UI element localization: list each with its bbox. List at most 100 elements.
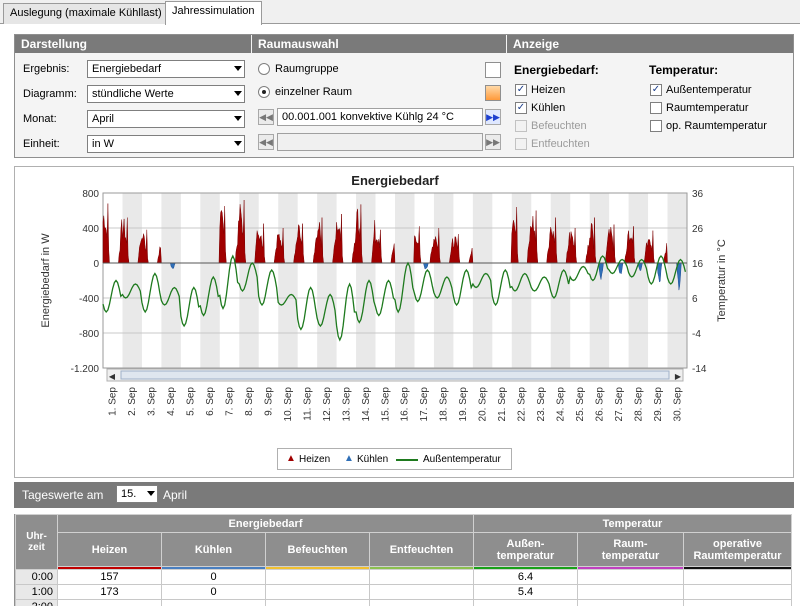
x-tick-label: 4. Sep	[166, 387, 177, 416]
column-header: operative Raumtemperatur	[683, 532, 792, 567]
monat-dropdown[interactable]: April	[87, 110, 245, 128]
raumtemperatur-checkbox[interactable]	[650, 102, 662, 114]
blank-page-icon[interactable]	[485, 62, 501, 78]
column-header: Kühlen	[161, 532, 266, 567]
x-tick-label: 22. Sep	[517, 387, 528, 422]
section-header-raumauswahl: Raumauswahl	[252, 35, 506, 53]
y-tick-label: 400	[82, 224, 99, 235]
x-tick-label: 3. Sep	[147, 387, 158, 416]
ergebnis-dropdown[interactable]: Energiebedarf	[87, 60, 245, 78]
chevron-down-icon	[234, 141, 242, 146]
tab-jahressimulation[interactable]: Jahressimulation	[165, 1, 262, 25]
x-tick-label: 19. Sep	[458, 387, 469, 422]
hourly-table-wrap: Uhr- zeit Energiebedarf Temperatur Heize…	[14, 514, 800, 606]
value-cell	[577, 599, 684, 606]
day-band	[356, 193, 376, 368]
value-cell	[265, 599, 370, 606]
ergebnis-label: Ergebnis:	[23, 63, 70, 75]
value-cell	[683, 584, 792, 600]
y-tick-label: 0	[93, 259, 99, 270]
value-cell	[369, 584, 474, 600]
x-tick-label: 1. Sep	[108, 387, 119, 416]
x-tick-label: 24. Sep	[556, 387, 567, 422]
raumgruppe-label: Raumgruppe	[275, 63, 339, 75]
y-tick-label: 800	[82, 189, 99, 200]
temperatur-group-header: Temperatur	[473, 514, 792, 533]
x-tick-label: 25. Sep	[575, 387, 586, 422]
y2-tick-label: -14	[692, 364, 707, 375]
day-band	[317, 193, 337, 368]
kuehlen-checkbox[interactable]: ✓	[515, 102, 527, 114]
value-cell: 0	[161, 584, 266, 600]
raumtemperatur-label: Raumtemperatur	[666, 102, 749, 114]
room-field[interactable]: 00.001.001 konvektive Kühlg 24 °C	[277, 108, 483, 126]
kuehlen-label: Kühlen	[531, 102, 566, 114]
chevron-down-icon	[234, 66, 242, 71]
x-tick-label: 28. Sep	[633, 387, 644, 422]
x-tick-label: 10. Sep	[283, 387, 294, 422]
value-cell: 173	[57, 584, 162, 600]
day-band	[161, 193, 181, 368]
hour-header: Uhr- zeit	[15, 514, 58, 570]
aussentemperatur-legend-label: Außentemperatur	[423, 454, 501, 465]
energiebedarf-title: Energiebedarf:	[514, 63, 599, 77]
energy-chart: Energiebedarf 800 400 0 -400 -800 -1.200 36 26 16…	[40, 173, 728, 422]
op-raumtemperatur-checkbox[interactable]	[650, 120, 662, 132]
heizen-label: Heizen	[531, 84, 566, 96]
value-cell: 0	[161, 569, 266, 585]
hourly-table: Uhr- zeit Energiebedarf Temperatur Heize…	[15, 514, 792, 606]
energiebedarf-group-header: Energiebedarf	[57, 514, 474, 533]
calendar-icon[interactable]	[485, 85, 501, 101]
y2-tick-label: 16	[692, 259, 704, 270]
heizen-checkbox[interactable]: ✓	[515, 84, 527, 96]
tageswerte-bar: Tageswerte am 15. April	[14, 482, 794, 508]
tageswerte-month: April	[163, 488, 188, 502]
x-tick-label: 13. Sep	[341, 387, 352, 422]
einzelner-raum-radio[interactable]	[258, 86, 270, 98]
day-band	[200, 193, 220, 368]
prev-room-button[interactable]: ◀◀	[258, 109, 274, 125]
hour-cell: 0:00	[15, 569, 58, 585]
y-tick-label: -400	[79, 294, 99, 305]
diagramm-dropdown[interactable]: stündliche Werte	[87, 85, 245, 103]
value-cell	[265, 584, 370, 600]
x-tick-label: 18. Sep	[439, 387, 450, 422]
heizen-legend-label: Heizen	[299, 454, 331, 465]
scroll-left-icon: ◀	[109, 372, 116, 381]
column-header: Entfeuchten	[369, 532, 474, 567]
x-tick-label: 20. Sep	[478, 387, 489, 422]
tageswerte-label: Tageswerte am	[22, 488, 104, 502]
x-tick-label: 16. Sep	[400, 387, 411, 422]
next-room-button[interactable]: ▶▶	[485, 109, 501, 125]
chevron-down-icon	[234, 116, 242, 121]
diagramm-label: Diagramm:	[23, 88, 77, 100]
column-header: Raum- temperatur	[577, 532, 684, 567]
x-tick-label: 9. Sep	[264, 387, 275, 416]
monat-value: April	[92, 113, 115, 125]
y-axis-title: Energiebedarf in W	[40, 233, 52, 328]
day-band	[122, 193, 142, 368]
day-dropdown[interactable]: 15.	[116, 485, 158, 503]
tab-auslegung[interactable]: Auslegung (maximale Kühllast)	[3, 3, 169, 24]
raumgruppe-radio[interactable]	[258, 63, 270, 75]
hour-cell: 2:00	[15, 599, 58, 606]
day-band	[472, 193, 493, 368]
prev-disabled-button: ◀◀	[258, 134, 274, 150]
monat-label: Monat:	[23, 113, 57, 125]
y2-tick-label: -4	[692, 329, 701, 340]
einheit-value: in W	[92, 138, 114, 150]
x-tick-label: 26. Sep	[594, 387, 605, 422]
x-tick-label: 12. Sep	[322, 387, 333, 422]
einheit-dropdown[interactable]: in W	[87, 135, 245, 153]
day-band	[278, 193, 298, 368]
settings-panel: Darstellung Raumauswahl Anzeige Ergebnis…	[14, 34, 794, 158]
x-tick-label: 8. Sep	[244, 387, 255, 416]
aussentemperatur-checkbox[interactable]: ✓	[650, 84, 662, 96]
x-tick-label: 5. Sep	[186, 387, 197, 416]
value-cell	[683, 569, 792, 585]
scroll-right-icon: ▶	[675, 372, 682, 381]
x-tick-label: 23. Sep	[536, 387, 547, 422]
value-cell	[577, 584, 684, 600]
day-band	[628, 193, 649, 368]
aussentemperatur-legend-line	[396, 459, 418, 461]
